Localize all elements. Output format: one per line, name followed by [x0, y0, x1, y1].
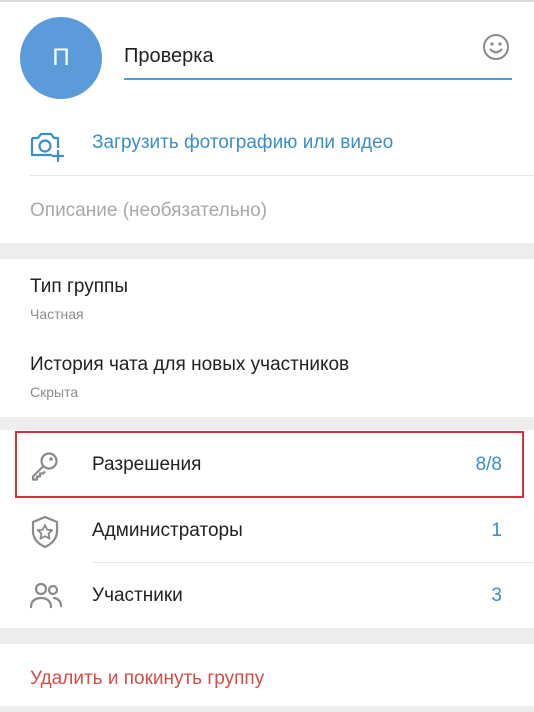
members-count: 3 [491, 585, 502, 606]
avatar-letter: П [52, 44, 70, 71]
group-type-value: Частная [30, 306, 84, 322]
section-gap [0, 628, 534, 644]
administrators-label: Администраторы [92, 520, 243, 541]
divider [30, 175, 534, 176]
chat-history-title: История чата для новых участников [30, 354, 350, 375]
group-avatar[interactable]: П [20, 17, 102, 99]
description-field[interactable]: Описание (необязательно) [30, 200, 267, 222]
members-label: Участники [92, 585, 183, 606]
chat-history-value: Скрыта [30, 384, 79, 400]
upload-photo-button[interactable]: Загрузить фотографию или видео [0, 110, 534, 174]
top-divider [0, 0, 534, 2]
group-type-title: Тип группы [30, 276, 128, 297]
divider [92, 562, 534, 563]
section-gap [0, 243, 534, 259]
administrators-count: 1 [491, 520, 502, 541]
section-gap [0, 417, 534, 430]
group-name-input[interactable] [124, 38, 512, 80]
upload-photo-label: Загрузить фотографию или видео [92, 132, 394, 153]
delete-and-leave-button[interactable]: Удалить и покинуть группу [30, 668, 264, 690]
bottom-band [0, 706, 534, 712]
users-icon [29, 582, 63, 609]
camera-add-icon [30, 132, 64, 163]
smiley-icon[interactable] [480, 31, 512, 63]
shield-star-icon [31, 515, 59, 549]
highlight-box [15, 431, 524, 498]
